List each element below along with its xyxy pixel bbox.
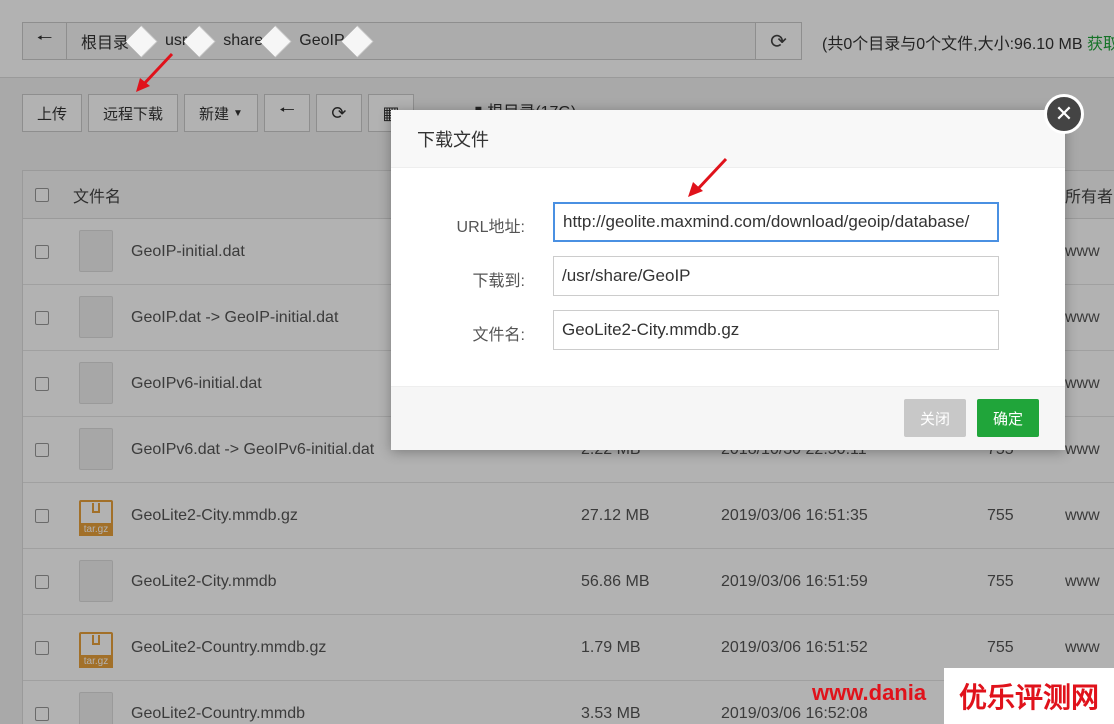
confirm-button[interactable]: 确定 <box>977 399 1039 437</box>
annotation-arrow <box>136 52 174 92</box>
watermark-url: www.dania <box>812 680 927 705</box>
close-button[interactable]: 关闭 <box>904 399 966 437</box>
dest-label: 下载到: <box>472 273 525 290</box>
annotation-arrow <box>688 157 728 197</box>
url-label: URL地址: <box>456 219 525 236</box>
watermark-name: 优乐评测网 <box>944 668 1114 724</box>
filename-input[interactable] <box>553 310 999 350</box>
close-icon[interactable]: ✕ <box>1044 94 1084 134</box>
dest-input[interactable] <box>553 256 999 296</box>
url-input[interactable] <box>553 202 999 242</box>
filename-label: 文件名: <box>472 327 525 344</box>
